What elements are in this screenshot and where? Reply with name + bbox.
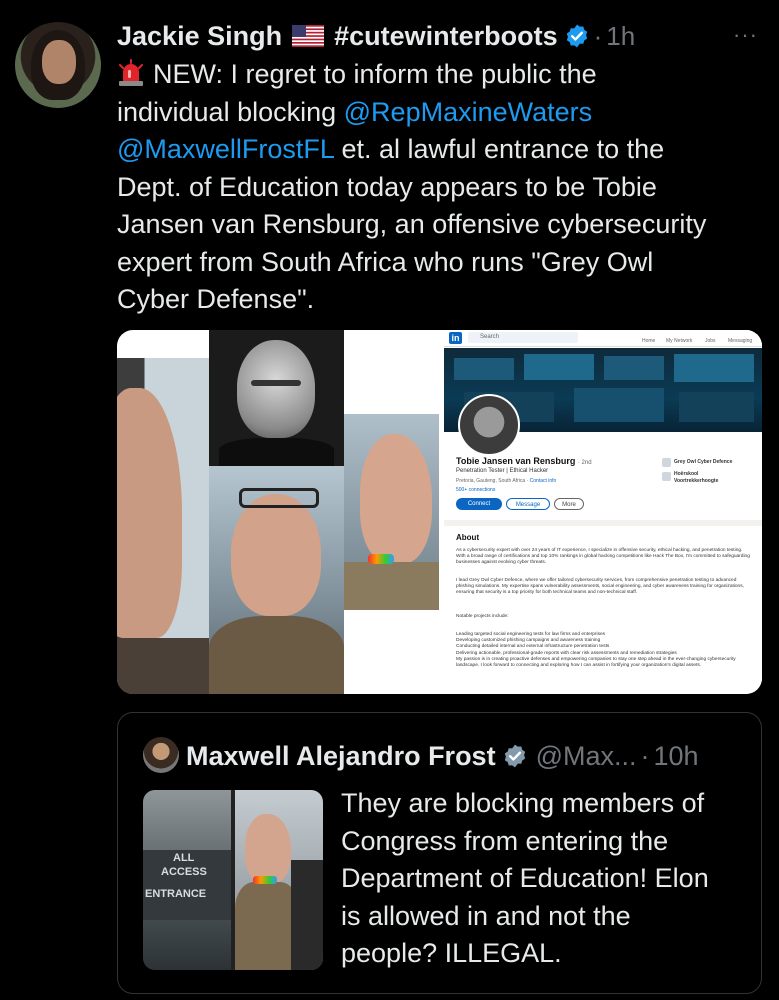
quoted-line-1: They are blocking members of xyxy=(341,788,705,818)
author-avatar[interactable] xyxy=(15,22,101,108)
linkedin-company: Grey Owl Cyber Defence xyxy=(674,459,733,465)
sign-text-all: ALL xyxy=(173,852,195,864)
linkedin-nav-home: Home xyxy=(642,338,656,344)
tweet-line-text: et. al lawful entrance to the xyxy=(333,134,665,164)
photo-profile-closeup xyxy=(117,358,209,694)
tweet-line-5: Jansen van Rensburg, an offensive cybers… xyxy=(117,209,707,239)
linkedin-contact-info: Contact info xyxy=(529,478,557,484)
separator-dot: · xyxy=(640,740,650,771)
sign-text-entrance: ENTRANCE xyxy=(145,888,207,900)
quoted-tweet-media: ALL ACCESS ENTRANCE xyxy=(143,790,323,970)
linkedin-search: Search xyxy=(468,332,578,343)
linkedin-nav-network: My Network xyxy=(666,338,693,344)
linkedin-location-text: Pretoria, Gauteng, South Africa · xyxy=(456,478,530,484)
linkedin-headline: Penetration Tester | Ethical Hacker xyxy=(456,468,549,474)
tweet-text: NEW: I regret to inform the public the i… xyxy=(117,56,762,319)
quoted-line-3: Department of Education! Elon xyxy=(341,863,709,893)
school-logo-icon xyxy=(662,472,671,481)
photo-back-of-head xyxy=(344,414,439,610)
company-logo-icon xyxy=(662,458,671,467)
quoted-line-4: is allowed in and not the xyxy=(341,900,631,931)
linkedin-logo-icon: in xyxy=(449,332,462,344)
tweet-header: Jackie Singh #cutewinterboots · 1h xyxy=(117,18,635,54)
quoted-line-2: Congress from entering the xyxy=(341,825,669,856)
linkedin-degree: · 2nd xyxy=(577,460,592,466)
sign-text-access: ACCESS xyxy=(161,866,207,878)
photo-bald-man xyxy=(209,466,344,694)
linkedin-about-p2: I lead Grey Owl Cyber Defence, where we … xyxy=(456,578,744,596)
linkedin-connections: 500+ connections xyxy=(456,487,496,493)
quoted-tweet-header: Maxwell Alejandro Frost @Max... · 10h xyxy=(186,737,699,775)
linkedin-name-text: Tobie Jansen van Rensburg xyxy=(456,456,576,466)
linkedin-about-p4: Leading targeted social engineering test… xyxy=(456,632,736,669)
quoted-tweet[interactable]: Maxwell Alejandro Frost @Max... · 10h AL… xyxy=(117,712,762,994)
mention-link[interactable]: @RepMaxineWaters xyxy=(344,97,592,127)
quoted-author-avatar xyxy=(143,737,179,773)
photo-entrance-door: ALL ACCESS ENTRANCE xyxy=(143,790,231,970)
quoted-tweet-time: 10h xyxy=(653,740,699,771)
linkedin-message-button: Message xyxy=(506,498,550,510)
photo-man-in-crowd xyxy=(235,790,323,970)
photo-bw-portrait xyxy=(209,330,344,466)
tweet-media[interactable]: in Search Home My Network Jobs Messaging… xyxy=(117,330,762,694)
tweet-line-1: NEW: I regret to inform the public the xyxy=(117,56,762,94)
linkedin-location: Pretoria, Gauteng, South Africa · Contac… xyxy=(456,478,556,484)
siren-icon xyxy=(119,59,143,86)
linkedin-connect-button: Connect xyxy=(456,498,502,510)
quoted-line-5: people? ILLEGAL. xyxy=(341,938,562,968)
linkedin-nav-jobs: Jobs xyxy=(705,338,716,344)
linkedin-nav-messaging: Messaging xyxy=(728,338,753,344)
tweet-time[interactable]: 1h xyxy=(606,21,635,52)
more-options-icon[interactable]: ··· xyxy=(733,22,758,48)
author-name[interactable]: Jackie Singh xyxy=(117,21,282,52)
tweet-line-text: NEW: I regret to inform the public the xyxy=(153,59,597,89)
linkedin-section-divider xyxy=(444,520,762,526)
tweet-line-2: individual blocking @RepMaxineWaters xyxy=(117,94,762,132)
tweet-line-3: @MaxwellFrostFL et. al lawful entrance t… xyxy=(117,131,762,169)
mention-link[interactable]: @MaxwellFrostFL xyxy=(117,134,334,164)
quoted-tweet-text: They are blocking members of Congress fr… xyxy=(341,785,751,973)
linkedin-about-p1: As a cybersecurity expert with over 24 y… xyxy=(456,548,750,566)
linkedin-profile-photo xyxy=(458,394,520,456)
linkedin-more-button: More xyxy=(554,498,584,510)
separator-dot: · xyxy=(593,20,603,51)
verified-badge-icon xyxy=(566,24,587,48)
quoted-author-handle: @Max... xyxy=(535,740,637,771)
verified-badge-icon xyxy=(504,744,525,768)
author-hashtag[interactable]: #cutewinterboots xyxy=(334,21,558,52)
avatar-face xyxy=(42,40,76,84)
linkedin-profile-screenshot: in Search Home My Network Jobs Messaging… xyxy=(444,330,762,694)
quoted-author-name: Maxwell Alejandro Frost xyxy=(186,740,496,771)
linkedin-name: Tobie Jansen van Rensburg · 2nd xyxy=(456,456,592,466)
tweet-line-text: individual blocking xyxy=(117,96,344,127)
linkedin-topbar: in Search Home My Network Jobs Messaging xyxy=(444,330,762,347)
tweet-line-4: Dept. of Education today appears to be T… xyxy=(117,171,657,202)
linkedin-school-line1: Hoërskool xyxy=(674,471,699,477)
tweet-line-7: Cyber Defense". xyxy=(117,284,315,314)
tweet-line-6: expert from South Africa who runs "Grey … xyxy=(117,246,654,277)
us-flag-icon xyxy=(292,25,325,47)
linkedin-about-heading: About xyxy=(456,533,480,542)
linkedin-school-line2: Voortrekkerhoogte xyxy=(674,478,719,484)
linkedin-about-p3: Notable projects include: xyxy=(456,614,509,619)
